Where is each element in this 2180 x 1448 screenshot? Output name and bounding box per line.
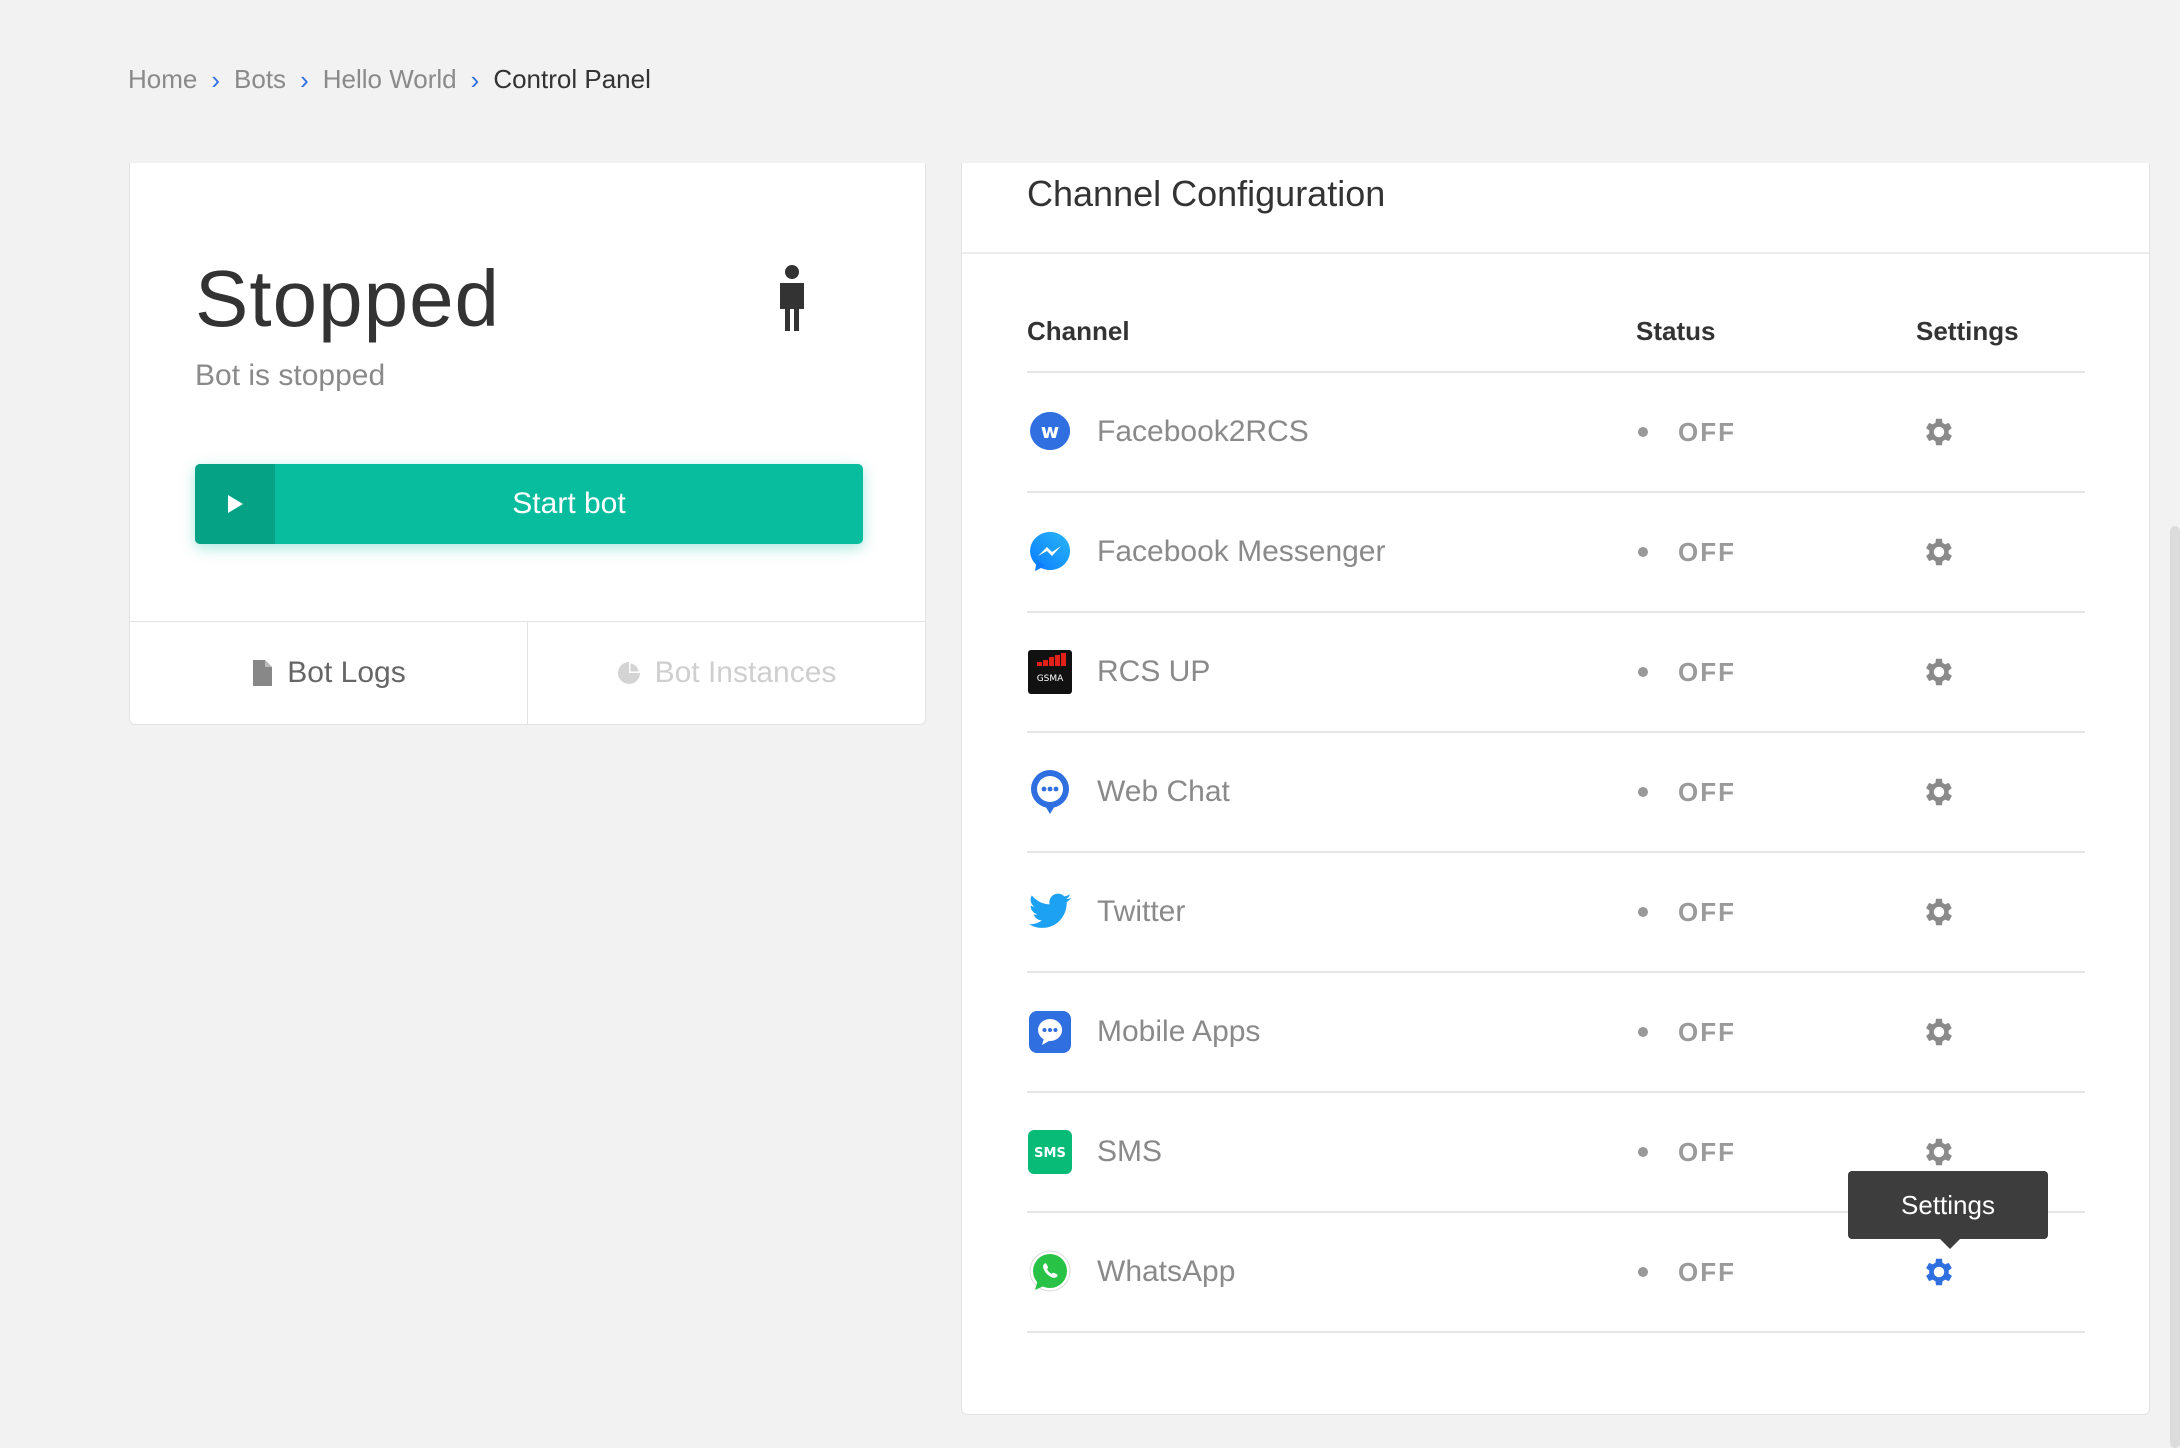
file-icon xyxy=(253,660,273,686)
status-badge: OFF xyxy=(1678,536,1736,567)
channel-name: WhatsApp xyxy=(1097,1255,1236,1288)
status-badge: OFF xyxy=(1678,416,1736,447)
header-channel: Channel xyxy=(1027,315,1130,346)
facebook2rcs-icon: w xyxy=(1030,412,1071,450)
gear-icon[interactable] xyxy=(1921,414,1957,450)
start-bot-label: Start bot xyxy=(512,487,626,520)
svg-text:GSMA: GSMA xyxy=(1037,674,1064,684)
page: Home › Bots › Hello World › Control Pane… xyxy=(0,0,2180,1448)
bot-status-title: Stopped xyxy=(195,254,501,343)
table-row: Web Chat OFF xyxy=(1027,733,2085,853)
pie-chart-icon xyxy=(617,662,640,684)
settings-tooltip: Settings xyxy=(1848,1171,2048,1249)
status-badge: OFF xyxy=(1678,1136,1736,1167)
status-badge: OFF xyxy=(1678,1016,1736,1047)
breadcrumb-bots[interactable]: Bots xyxy=(234,64,286,95)
panel-title: Channel Configuration xyxy=(1027,173,1386,214)
svg-text:w: w xyxy=(1041,419,1059,443)
gear-icon[interactable] xyxy=(1921,1254,1957,1290)
gear-icon[interactable] xyxy=(1921,654,1957,690)
tab-bot-instances-label: Bot Instances xyxy=(654,656,837,689)
status-dot xyxy=(1638,1147,1648,1157)
channel-name: Mobile Apps xyxy=(1097,1015,1261,1048)
bot-status-subtitle: Bot is stopped xyxy=(195,359,386,392)
channel-name: Facebook Messenger xyxy=(1097,535,1386,568)
table-row: w Facebook2RCS OFF xyxy=(1027,373,2085,493)
status-badge: OFF xyxy=(1678,896,1736,927)
channel-name: Facebook2RCS xyxy=(1097,415,1309,448)
status-dot xyxy=(1638,667,1648,677)
gear-icon[interactable] xyxy=(1921,894,1957,930)
channel-name: Web Chat xyxy=(1097,775,1230,808)
chevron-right-icon: › xyxy=(300,64,309,95)
chevron-right-icon: › xyxy=(211,64,221,95)
status-badge: OFF xyxy=(1678,1256,1736,1287)
gear-icon[interactable] xyxy=(1921,1134,1957,1170)
play-icon xyxy=(195,464,275,544)
person-icon xyxy=(780,265,804,331)
header-status: Status xyxy=(1636,315,1716,346)
status-dot xyxy=(1638,547,1648,557)
mobile-apps-icon xyxy=(1029,1011,1071,1053)
start-bot-button[interactable]: Start bot xyxy=(195,464,863,544)
twitter-icon xyxy=(1028,893,1072,928)
web-chat-icon xyxy=(1031,770,1069,814)
messenger-icon xyxy=(1030,532,1071,571)
status-badge: OFF xyxy=(1678,656,1736,687)
sms-icon: SMS xyxy=(1028,1130,1072,1174)
breadcrumb-control-panel: Control Panel xyxy=(493,64,651,94)
tab-bot-logs-label: Bot Logs xyxy=(287,656,406,689)
tab-bot-instances: Bot Instances xyxy=(527,622,925,724)
status-badge: OFF xyxy=(1678,776,1736,807)
scrollbar[interactable] xyxy=(2170,526,2180,1448)
table-row: GSMA RCS UP OFF xyxy=(1027,613,2085,733)
gear-icon[interactable] xyxy=(1921,534,1957,570)
table-header: Channel Status Settings xyxy=(1027,291,2085,373)
breadcrumb-hello-world[interactable]: Hello World xyxy=(323,64,457,95)
status-dot xyxy=(1638,427,1648,437)
tab-bot-logs[interactable]: Bot Logs xyxy=(130,622,527,724)
table-row: Facebook Messenger OFF xyxy=(1027,493,2085,613)
status-dot xyxy=(1638,907,1648,917)
channel-name: RCS UP xyxy=(1097,655,1211,688)
gear-icon[interactable] xyxy=(1921,774,1957,810)
panel-divider xyxy=(962,252,2149,254)
card-tabs: Bot Logs Bot Instances xyxy=(130,621,925,724)
table-row: Twitter OFF xyxy=(1027,853,2085,973)
table-row: Mobile Apps OFF xyxy=(1027,973,2085,1093)
channel-name: Twitter xyxy=(1097,895,1186,928)
bot-status-card: Stopped Bot is stopped Start bot Bot Log… xyxy=(129,163,926,725)
gsma-icon: GSMA xyxy=(1028,650,1072,694)
chevron-right-icon: › xyxy=(470,64,480,95)
header-settings: Settings xyxy=(1916,315,2019,346)
whatsapp-icon xyxy=(1029,1250,1071,1292)
svg-text:SMS: SMS xyxy=(1034,1146,1066,1161)
breadcrumb-home[interactable]: Home xyxy=(128,64,197,95)
status-dot xyxy=(1638,1267,1648,1277)
breadcrumb: Home › Bots › Hello World › Control Pane… xyxy=(128,64,651,95)
gear-icon[interactable] xyxy=(1921,1014,1957,1050)
channel-name: SMS xyxy=(1097,1135,1163,1168)
status-dot xyxy=(1638,1027,1648,1037)
status-dot xyxy=(1638,787,1648,797)
